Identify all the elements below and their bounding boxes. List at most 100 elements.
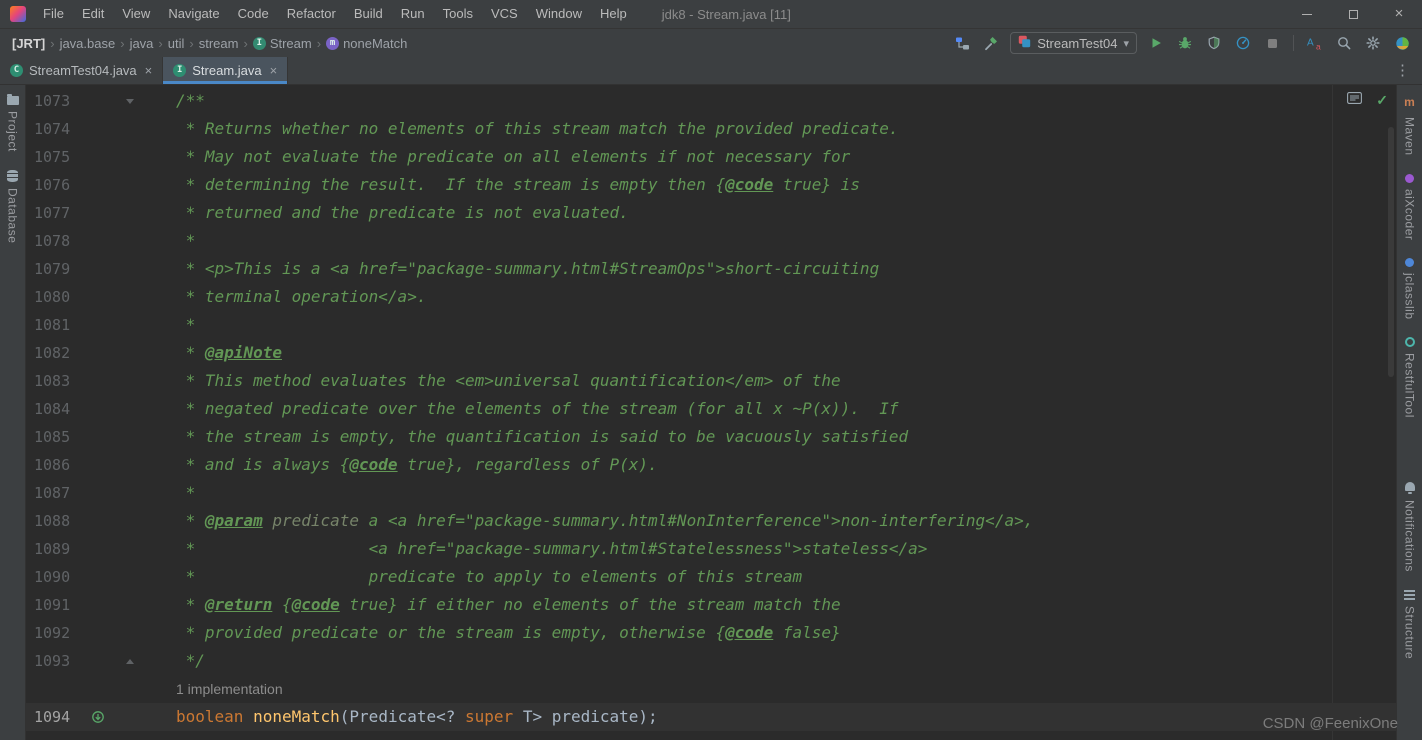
gutter-slot bbox=[78, 619, 118, 647]
line-number[interactable]: 1092 bbox=[26, 619, 78, 647]
stop-button[interactable] bbox=[1262, 33, 1282, 53]
menu-item-help[interactable]: Help bbox=[591, 0, 636, 28]
code-segment: super bbox=[465, 707, 514, 726]
fold-column bbox=[118, 675, 142, 703]
tool-button-jclasslib[interactable]: jclasslib bbox=[1402, 257, 1417, 320]
menu-item-vcs[interactable]: VCS bbox=[482, 0, 527, 28]
line-number[interactable]: 1086 bbox=[26, 451, 78, 479]
breadcrumb-item-stream[interactable]: stream bbox=[199, 36, 239, 51]
toolbar-divider bbox=[1293, 35, 1294, 51]
implementation-count-hint[interactable]: 1 implementation bbox=[176, 681, 283, 697]
tool-button-aixcoder[interactable]: aiXcoder bbox=[1403, 173, 1417, 240]
run-button[interactable] bbox=[1146, 33, 1166, 53]
code-segment: false} bbox=[773, 623, 841, 642]
line-number[interactable]: 1077 bbox=[26, 199, 78, 227]
line-number[interactable]: 1090 bbox=[26, 563, 78, 591]
gutter-slot bbox=[78, 591, 118, 619]
menu-item-file[interactable]: File bbox=[34, 0, 73, 28]
breadcrumb-item-java-base[interactable]: java.base bbox=[60, 36, 116, 51]
breadcrumb-root[interactable]: [JRT] bbox=[12, 36, 45, 51]
debug-button[interactable] bbox=[1175, 33, 1195, 53]
bell-icon bbox=[1404, 482, 1415, 495]
fold-column bbox=[118, 311, 142, 339]
line-number[interactable]: 1094 bbox=[26, 703, 78, 731]
line-number[interactable]: 1091 bbox=[26, 591, 78, 619]
tool-button-database[interactable]: Database bbox=[6, 169, 20, 243]
reader-mode-icon[interactable] bbox=[1347, 91, 1363, 109]
build-hammer-icon[interactable] bbox=[981, 33, 1001, 53]
tool-button-notifications[interactable]: Notifications bbox=[1403, 482, 1417, 572]
menu-item-refactor[interactable]: Refactor bbox=[278, 0, 345, 28]
tool-button-label: jclasslib bbox=[1402, 272, 1417, 320]
minimize-button[interactable] bbox=[1284, 0, 1330, 28]
line-number[interactable]: 1075 bbox=[26, 143, 78, 171]
line-number[interactable]: 1081 bbox=[26, 311, 78, 339]
fold-column bbox=[118, 563, 142, 591]
line-number[interactable]: 1087 bbox=[26, 479, 78, 507]
menu-item-edit[interactable]: Edit bbox=[73, 0, 113, 28]
line-number[interactable]: 1074 bbox=[26, 115, 78, 143]
line-number[interactable]: 1079 bbox=[26, 255, 78, 283]
line-number[interactable]: 1084 bbox=[26, 395, 78, 423]
maximize-button[interactable] bbox=[1330, 0, 1376, 28]
breadcrumb-item-stream[interactable]: I Stream bbox=[252, 36, 312, 51]
line-number[interactable]: 1089 bbox=[26, 535, 78, 563]
tool-button-restfultool[interactable]: RestfulTool bbox=[1403, 337, 1417, 418]
close-icon[interactable]: × bbox=[270, 63, 278, 78]
settings-gear-button[interactable] bbox=[1363, 33, 1383, 53]
implements-gutter-icon[interactable] bbox=[78, 703, 118, 731]
menu-item-build[interactable]: Build bbox=[345, 0, 392, 28]
line-number[interactable]: 1085 bbox=[26, 423, 78, 451]
svg-text:a: a bbox=[1316, 42, 1321, 51]
inspections-ok-icon[interactable]: ✓ bbox=[1376, 92, 1388, 109]
fold-start-icon[interactable] bbox=[118, 87, 142, 115]
tool-button-maven[interactable]: Maven bbox=[1403, 93, 1417, 156]
line-number[interactable]: 1093 bbox=[26, 647, 78, 675]
menu-item-code[interactable]: Code bbox=[229, 0, 278, 28]
fold-end-icon[interactable] bbox=[118, 647, 142, 675]
method-icon: m bbox=[326, 36, 340, 50]
tab-stream-java[interactable]: I Stream.java × bbox=[163, 57, 289, 84]
line-number[interactable]: 1076 bbox=[26, 171, 78, 199]
menu-item-tools[interactable]: Tools bbox=[434, 0, 482, 28]
line-number[interactable]: 1080 bbox=[26, 283, 78, 311]
plugin-ball-icon[interactable] bbox=[1392, 33, 1412, 53]
breadcrumb-item-util[interactable]: util bbox=[168, 36, 185, 51]
breadcrumb: › java.base › java › util › stream › I Stream › m non… bbox=[45, 36, 407, 51]
line-number[interactable]: 1078 bbox=[26, 227, 78, 255]
scrollbar[interactable] bbox=[1388, 127, 1394, 377]
run-config-select[interactable]: StreamTest04 ▾ bbox=[1010, 32, 1137, 54]
line-number[interactable]: 1082 bbox=[26, 339, 78, 367]
menu-item-run[interactable]: Run bbox=[392, 0, 434, 28]
code-line: 1093 */ bbox=[26, 647, 1396, 675]
breadcrumb-item-nonematch[interactable]: m noneMatch bbox=[326, 36, 407, 51]
menu-item-window[interactable]: Window bbox=[527, 0, 591, 28]
line-number[interactable]: 1088 bbox=[26, 507, 78, 535]
window-controls: × bbox=[1284, 0, 1422, 28]
code-segment: * Returns whether no elements of this st… bbox=[176, 119, 899, 138]
editor-tab-bar: C StreamTest04.java × I Stream.java × ⋮ bbox=[0, 57, 1422, 85]
menu-item-view[interactable]: View bbox=[113, 0, 159, 28]
tool-button-project[interactable]: Project bbox=[6, 93, 20, 152]
coverage-button[interactable] bbox=[1204, 33, 1224, 53]
breadcrumb-item-java[interactable]: java bbox=[130, 36, 154, 51]
file-type-icon: C bbox=[10, 64, 23, 77]
menu-item-navigate[interactable]: Navigate bbox=[159, 0, 228, 28]
more-options-icon[interactable]: ⋮ bbox=[1383, 57, 1422, 84]
line-number[interactable]: 1073 bbox=[26, 87, 78, 115]
profiler-button[interactable] bbox=[1233, 33, 1253, 53]
tab-streamtest04-java[interactable]: C StreamTest04.java × bbox=[0, 57, 164, 84]
editor[interactable]: 1073 /** 1074 * Returns whether no element… bbox=[26, 85, 1396, 740]
close-icon[interactable]: × bbox=[145, 63, 153, 78]
line-number[interactable]: 1083 bbox=[26, 367, 78, 395]
search-everywhere-button[interactable] bbox=[1334, 33, 1354, 53]
close-button[interactable]: × bbox=[1376, 0, 1422, 28]
chevron-right-icon: › bbox=[189, 35, 194, 51]
translate-button[interactable]: Aa bbox=[1305, 33, 1325, 53]
tool-button-structure[interactable]: Structure bbox=[1403, 590, 1417, 659]
inlay-hint-row: 1 implementation bbox=[26, 675, 1396, 703]
code-text: * terminal operation</a>. bbox=[142, 283, 1396, 311]
breadcrumb-label: util bbox=[167, 35, 185, 51]
project-structure-icon[interactable] bbox=[952, 33, 972, 53]
